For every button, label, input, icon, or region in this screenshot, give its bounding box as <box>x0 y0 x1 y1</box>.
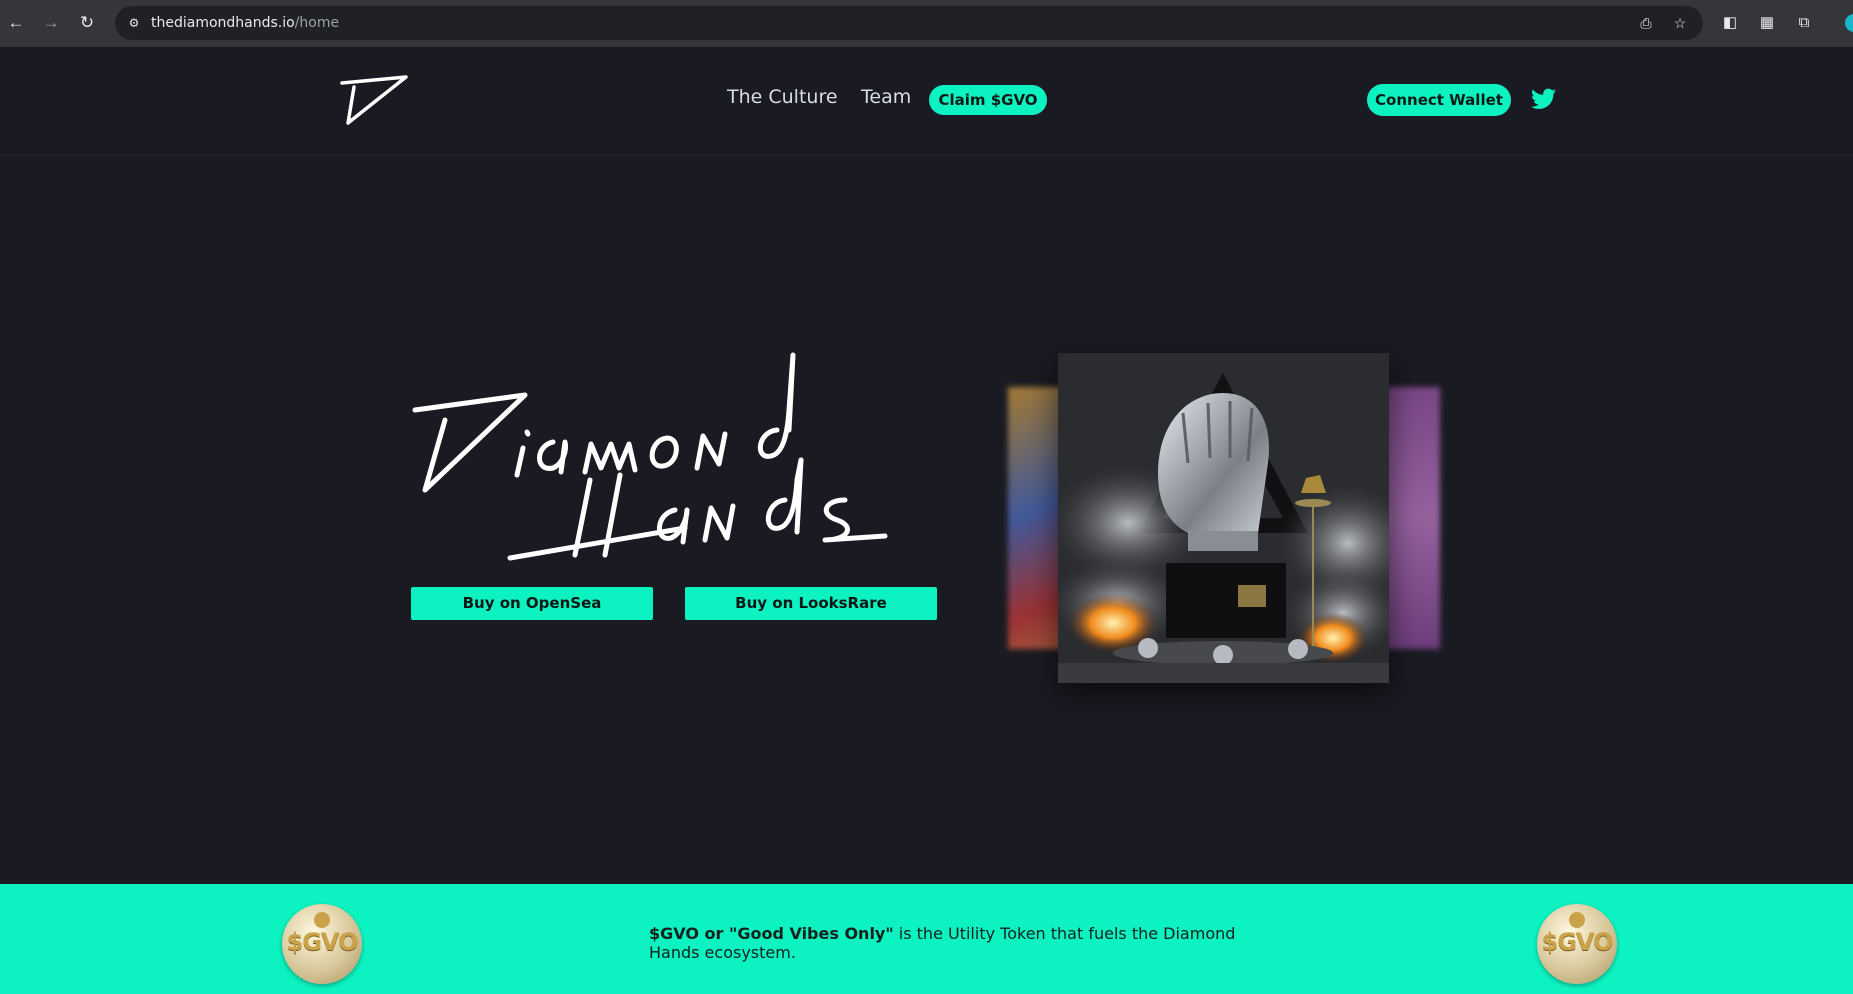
hero-title-diamond-hands <box>412 352 888 561</box>
browser-toolbar: ← → ↻ ⚙ thediamondhands.io/home ⎙ ☆ ◧ ▦ … <box>0 0 1853 47</box>
featured-nft-image <box>1058 353 1389 683</box>
gvo-token-band: $GVO $GVO or "Good Vibes Only" is the Ut… <box>0 884 1853 994</box>
bookmark-star-icon[interactable]: ☆ <box>1671 14 1689 32</box>
gvo-coin-left: $GVO <box>282 904 362 984</box>
extensions-puzzle-icon[interactable]: ⧉ <box>1793 12 1815 34</box>
buy-on-opensea-button[interactable]: Buy on OpenSea <box>411 587 653 620</box>
forward-icon[interactable]: → <box>40 12 62 34</box>
twitter-icon[interactable] <box>1531 88 1556 110</box>
site-header: The Culture Team Claim $GVO Connect Wall… <box>0 47 1853 155</box>
gvo-description-lead: $GVO or "Good Vibes Only" <box>649 924 894 943</box>
install-app-icon[interactable]: ⎙ <box>1637 14 1655 32</box>
gvo-description: $GVO or "Good Vibes Only" is the Utility… <box>649 924 1269 962</box>
nav-the-culture[interactable]: The Culture <box>727 86 838 108</box>
url-text[interactable]: thediamondhands.io/home <box>151 15 339 31</box>
nav-team[interactable]: Team <box>861 86 911 108</box>
diamond-hands-logo[interactable] <box>338 73 410 127</box>
site-info-icon[interactable]: ⚙ <box>125 14 143 32</box>
back-icon[interactable]: ← <box>5 12 27 34</box>
coin-label: $GVO <box>1541 928 1614 956</box>
address-bar[interactable]: ⚙ thediamondhands.io/home ⎙ ☆ <box>115 6 1703 40</box>
extension-icon[interactable]: ◧ <box>1719 12 1741 34</box>
claim-gvo-button[interactable]: Claim $GVO <box>929 85 1047 115</box>
buy-on-looksrare-button[interactable]: Buy on LooksRare <box>685 587 937 620</box>
connect-wallet-button[interactable]: Connect Wallet <box>1367 84 1511 116</box>
gvo-coin-right: $GVO <box>1537 904 1617 984</box>
coin-label: $GVO <box>286 928 359 956</box>
coin-emblem-icon <box>1569 912 1585 928</box>
coin-emblem-icon <box>314 912 330 928</box>
profile-avatar[interactable] <box>1845 14 1853 32</box>
reload-icon[interactable]: ↻ <box>76 12 98 34</box>
qr-code-icon[interactable]: ▦ <box>1756 12 1778 34</box>
